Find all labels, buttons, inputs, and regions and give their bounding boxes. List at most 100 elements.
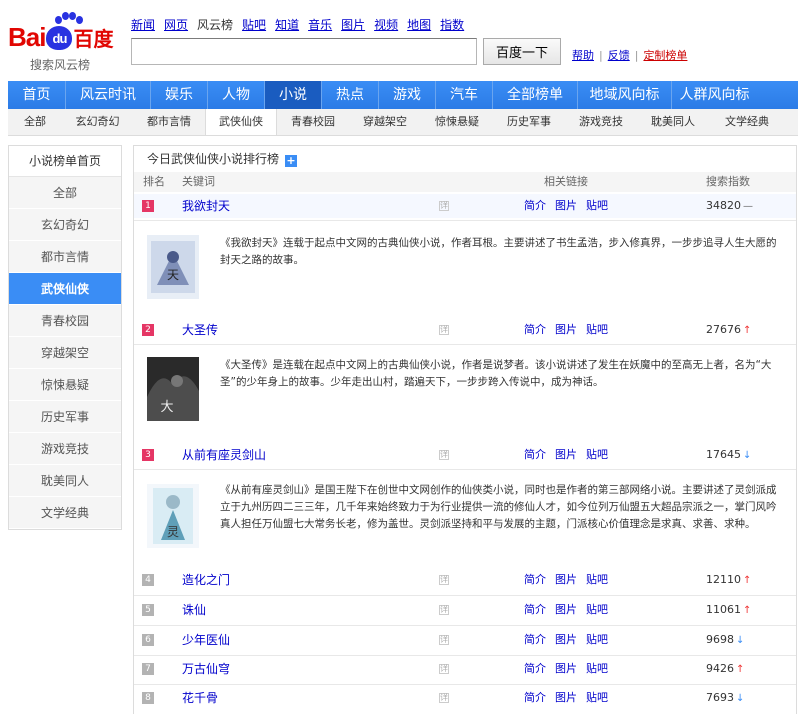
- intro-link[interactable]: 简介: [524, 443, 546, 467]
- book-cover-image[interactable]: 天: [147, 235, 199, 299]
- plus-icon[interactable]: +: [285, 155, 298, 167]
- mainnav-entertainment[interactable]: 娱乐: [151, 81, 208, 109]
- intro-link[interactable]: 简介: [524, 686, 546, 710]
- rank-badge: 3: [142, 449, 154, 461]
- subnav-danmei[interactable]: 耽美同人: [637, 109, 709, 135]
- sidebar-item-wuxia[interactable]: 武侠仙侠: [9, 273, 121, 305]
- keyword-link[interactable]: 万古仙穹: [182, 657, 230, 681]
- topnav-zhidao[interactable]: 知道: [275, 17, 299, 33]
- detail-toggle-icon[interactable]: 详: [439, 664, 449, 674]
- sidebar-item-campus[interactable]: 青春校园: [9, 305, 121, 337]
- detail-toggle-icon[interactable]: 详: [439, 325, 449, 335]
- keyword-link[interactable]: 少年医仙: [182, 628, 230, 652]
- subnav-time-travel[interactable]: 穿越架空: [349, 109, 421, 135]
- sidebar-item-urban[interactable]: 都市言情: [9, 241, 121, 273]
- subnav-urban[interactable]: 都市言情: [133, 109, 205, 135]
- tieba-link[interactable]: 贴吧: [586, 443, 608, 467]
- images-link[interactable]: 图片: [555, 686, 577, 710]
- mainnav-home[interactable]: 首页: [8, 81, 66, 109]
- subnav-classics[interactable]: 文学经典: [709, 109, 785, 135]
- images-link[interactable]: 图片: [555, 443, 577, 467]
- detail-toggle-icon[interactable]: 详: [439, 575, 449, 585]
- search-button[interactable]: 百度一下: [483, 38, 561, 65]
- search-index: 12110 ↑: [706, 573, 752, 586]
- mainnav-games[interactable]: 游戏: [379, 81, 436, 109]
- sidebar-item-thriller[interactable]: 惊悚悬疑: [9, 369, 121, 401]
- mainnav-all-lists[interactable]: 全部榜单: [493, 81, 578, 109]
- intro-link[interactable]: 简介: [524, 657, 546, 681]
- sidebar-item-danmei[interactable]: 耽美同人: [9, 465, 121, 497]
- keyword-link[interactable]: 造化之门: [182, 568, 230, 592]
- keyword-link[interactable]: 我欲封天: [182, 194, 230, 218]
- subnav-fantasy[interactable]: 玄幻奇幻: [62, 109, 133, 135]
- keyword-link[interactable]: 诛仙: [182, 598, 206, 622]
- detail-toggle-icon[interactable]: 详: [439, 635, 449, 645]
- mainnav-news[interactable]: 风云时讯: [66, 81, 151, 109]
- book-cover-image[interactable]: 大: [147, 357, 199, 421]
- mainnav-crowd[interactable]: 人群风向标: [672, 81, 757, 109]
- subnav-thriller[interactable]: 惊悚悬疑: [421, 109, 493, 135]
- keyword-link[interactable]: 从前有座灵剑山: [182, 443, 266, 467]
- mainnav-region[interactable]: 地域风向标: [578, 81, 672, 109]
- keyword-link[interactable]: 大圣传: [182, 318, 218, 342]
- subnav-campus[interactable]: 青春校园: [277, 109, 349, 135]
- images-link[interactable]: 图片: [555, 318, 577, 342]
- tieba-link[interactable]: 贴吧: [586, 657, 608, 681]
- detail-toggle-icon[interactable]: 详: [439, 450, 449, 460]
- tieba-link[interactable]: 贴吧: [586, 194, 608, 218]
- sidebar-item-all[interactable]: 全部: [9, 177, 121, 209]
- detail-toggle-icon[interactable]: 详: [439, 201, 449, 211]
- tieba-link[interactable]: 贴吧: [586, 598, 608, 622]
- detail-toggle-icon[interactable]: 详: [439, 605, 449, 615]
- mainnav-novel[interactable]: 小说: [265, 81, 322, 109]
- detail-toggle-icon[interactable]: 详: [439, 693, 449, 703]
- images-link[interactable]: 图片: [555, 657, 577, 681]
- topnav-index[interactable]: 指数: [440, 17, 464, 33]
- images-link[interactable]: 图片: [555, 568, 577, 592]
- intro-link[interactable]: 简介: [524, 194, 546, 218]
- feedback-link[interactable]: 反馈: [608, 49, 630, 62]
- mainnav-hot[interactable]: 热点: [322, 81, 379, 109]
- trend-down-icon: ↓: [736, 635, 745, 646]
- top-nav: 新闻 网页 风云榜 贴吧 知道 音乐 图片 视频 地图 指数: [131, 17, 473, 33]
- sidebar-item-fantasy[interactable]: 玄幻奇幻: [9, 209, 121, 241]
- topnav-images[interactable]: 图片: [341, 17, 365, 33]
- images-link[interactable]: 图片: [555, 598, 577, 622]
- subnav-history[interactable]: 历史军事: [493, 109, 565, 135]
- tieba-link[interactable]: 贴吧: [586, 318, 608, 342]
- baidu-logo[interactable]: Bai du 百度 搜索风云榜: [8, 12, 120, 76]
- tieba-link[interactable]: 贴吧: [586, 686, 608, 710]
- sidebar-item-time-travel[interactable]: 穿越架空: [9, 337, 121, 369]
- topnav-map[interactable]: 地图: [407, 17, 431, 33]
- intro-link[interactable]: 简介: [524, 628, 546, 652]
- book-cover-image[interactable]: 灵: [147, 484, 199, 548]
- intro-link[interactable]: 简介: [524, 318, 546, 342]
- search-index: 9426 ↑: [706, 662, 745, 675]
- sidebar-home[interactable]: 小说榜单首页: [9, 146, 121, 177]
- topnav-music[interactable]: 音乐: [308, 17, 332, 33]
- search-input[interactable]: [131, 38, 477, 65]
- topnav-video[interactable]: 视频: [374, 17, 398, 33]
- sidebar-item-history[interactable]: 历史军事: [9, 401, 121, 433]
- subnav-gaming[interactable]: 游戏竞技: [565, 109, 637, 135]
- help-link[interactable]: 帮助: [572, 49, 594, 62]
- intro-link[interactable]: 简介: [524, 598, 546, 622]
- topnav-fengyunbang[interactable]: 风云榜: [197, 17, 233, 33]
- tieba-link[interactable]: 贴吧: [586, 628, 608, 652]
- images-link[interactable]: 图片: [555, 628, 577, 652]
- keyword-link[interactable]: 花千骨: [182, 686, 218, 710]
- topnav-tieba[interactable]: 贴吧: [242, 17, 266, 33]
- custom-list-link[interactable]: 定制榜单: [643, 49, 687, 62]
- subnav-all[interactable]: 全部: [8, 109, 62, 135]
- mainnav-people[interactable]: 人物: [208, 81, 265, 109]
- sidebar-item-classics[interactable]: 文学经典: [9, 497, 121, 529]
- mainnav-cars[interactable]: 汽车: [436, 81, 493, 109]
- topnav-web[interactable]: 网页: [164, 17, 188, 33]
- ranking-panel: 今日武侠仙侠小说排行榜 + 排名 关键词 相关链接 搜索指数 1 我欲封天 详 简…: [133, 145, 797, 714]
- tieba-link[interactable]: 贴吧: [586, 568, 608, 592]
- topnav-news[interactable]: 新闻: [131, 17, 155, 33]
- images-link[interactable]: 图片: [555, 194, 577, 218]
- subnav-wuxia[interactable]: 武侠仙侠: [205, 109, 277, 135]
- sidebar-item-gaming[interactable]: 游戏竞技: [9, 433, 121, 465]
- intro-link[interactable]: 简介: [524, 568, 546, 592]
